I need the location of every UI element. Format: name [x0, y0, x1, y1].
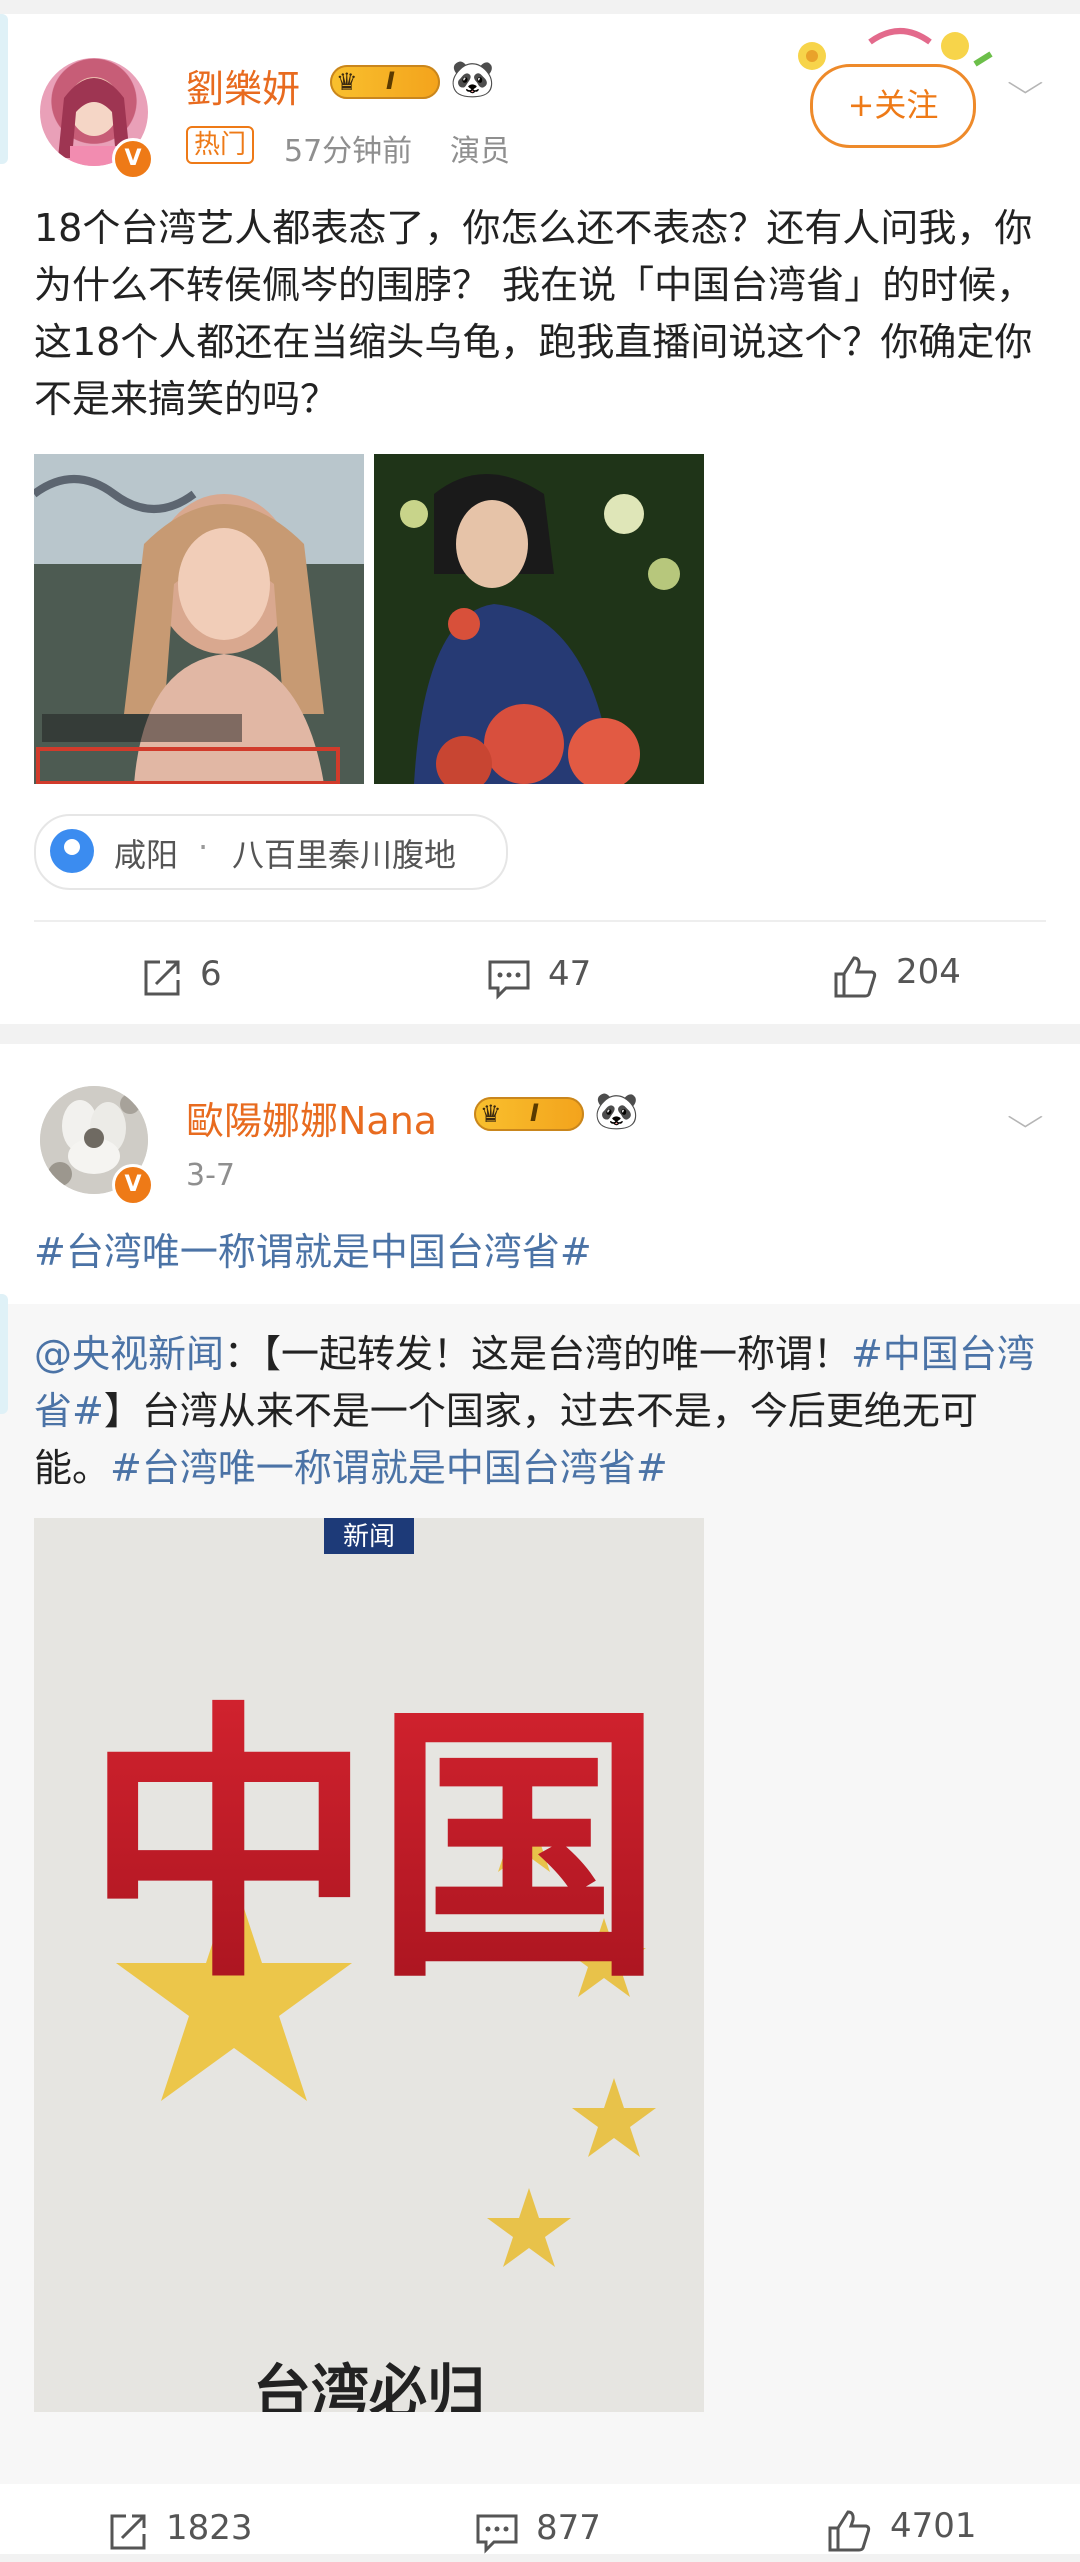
post-text: 18个台湾艺人都表态了，你怎么还不表态？还有人问我，你为什么不转侯佩岑的围脖？ … [34, 206, 1035, 421]
share-icon [110, 2514, 146, 2550]
follow-button[interactable]: +关注 [810, 64, 976, 148]
share-count: 6 [200, 954, 222, 994]
hot-tag: 热门 [186, 126, 255, 164]
hashtag-link[interactable]: #台湾唯一称谓就是中国台湾省# [34, 1224, 1046, 1281]
post-card-1: V 劉樂妍 ♛ I 🐼 热门 57分钟前 演员 +关注 ⌵ 18个台湾艺人都表态… [0, 14, 1080, 1024]
repost-colon: ： [224, 1332, 263, 1376]
membership-badge[interactable]: ♛ I [474, 1097, 584, 1131]
comment-button[interactable]: 877 [474, 2502, 654, 2562]
like-button[interactable]: 4701 [826, 2500, 1026, 2560]
divider [34, 920, 1046, 922]
chevron-down-icon[interactable]: ⌵ [1007, 1100, 1043, 1135]
user-role: 演员 [450, 134, 510, 169]
membership-badge[interactable]: ♛ I [330, 65, 440, 99]
location-chip[interactable]: 咸阳 · 八百里秦川腹地 [34, 814, 508, 890]
repost-text-part: 【一起转发！这是台湾的唯一称谓！ [262, 1332, 852, 1376]
location-place: 八百里秦川腹地 [232, 836, 457, 874]
panda-icon: 🐼 [594, 1091, 639, 1132]
verified-icon: V [112, 1164, 154, 1206]
post-image-1[interactable] [34, 454, 364, 784]
username[interactable]: 歐陽娜娜Nana [186, 1090, 437, 1145]
hashtag-link[interactable]: #台湾唯一称谓就是中国台湾省# [110, 1446, 668, 1490]
username[interactable]: 劉樂妍 [186, 58, 300, 113]
comment-icon [488, 960, 530, 1000]
repost-image[interactable]: 新闻 中国 台湾必归 [34, 1518, 704, 2412]
mention-link[interactable]: @央视新闻 [34, 1332, 224, 1376]
crown-icon: ♛ [336, 68, 358, 96]
location-pin-icon [50, 829, 94, 873]
repost-text: @央视新闻：【一起转发！这是台湾的唯一称谓！#中国台湾省#】台湾从来不是一个国家… [34, 1326, 1046, 1497]
chevron-down-icon[interactable]: ⌵ [1007, 66, 1043, 101]
comment-count: 877 [536, 2508, 601, 2548]
location-separator: · [198, 828, 209, 866]
share-button[interactable]: 1823 [106, 2502, 306, 2562]
crown-icon: ♛ [480, 1100, 502, 1128]
like-count: 4701 [890, 2506, 977, 2546]
post-time: 3-7 [186, 1158, 235, 1193]
location-city: 咸阳 [114, 836, 179, 874]
comment-icon [476, 2514, 518, 2554]
share-count: 1823 [166, 2508, 253, 2548]
post-time: 57分钟前 [284, 134, 413, 169]
decor-line [0, 14, 8, 164]
repost-container[interactable]: @央视新闻：【一起转发！这是台湾的唯一称谓！#中国台湾省#】台湾从来不是一个国家… [0, 1294, 1080, 2484]
poster-tag: 新闻 [343, 1522, 395, 1552]
poster-headline: 中国 [84, 1677, 664, 2017]
like-icon [828, 2510, 871, 2552]
poster-footer: 台湾必归 [253, 2358, 485, 2412]
verified-icon: V [112, 138, 154, 180]
share-button[interactable]: 6 [140, 948, 300, 1008]
like-count: 204 [896, 952, 961, 992]
comment-count: 47 [548, 954, 592, 994]
like-button[interactable]: 204 [832, 946, 1012, 1006]
post-image-2[interactable] [374, 454, 704, 784]
badge-level: I [386, 67, 395, 95]
post-card-2: V 歐陽娜娜Nana ♛ I 🐼 3-7 ⌵ #台湾唯一称谓就是中国台湾省# @… [0, 1044, 1080, 2554]
decor-line [0, 1294, 8, 1414]
panda-icon: 🐼 [450, 59, 495, 100]
like-icon [834, 956, 877, 998]
badge-level: I [530, 1099, 539, 1127]
comment-button[interactable]: 47 [486, 948, 646, 1008]
share-icon [144, 960, 180, 996]
